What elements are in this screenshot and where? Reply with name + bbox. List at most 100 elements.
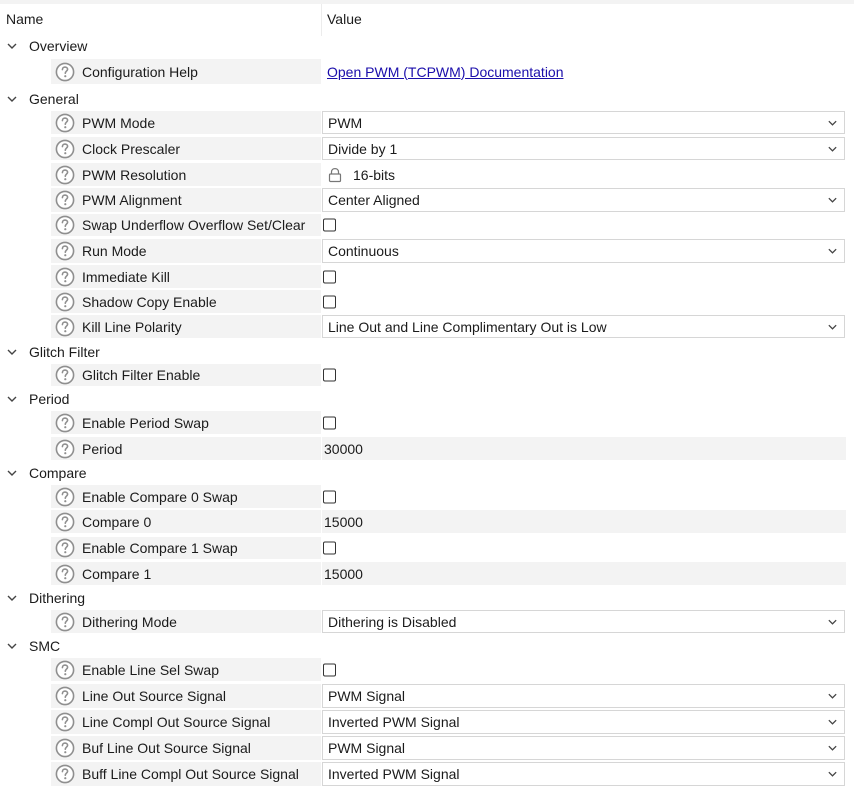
chevron-down-icon[interactable] <box>827 691 838 702</box>
question-circle-icon[interactable] <box>55 190 75 210</box>
value-compare-1[interactable]: 15000 <box>324 566 363 582</box>
name-column-header[interactable]: Name <box>6 11 43 27</box>
question-circle-icon[interactable] <box>55 487 75 507</box>
dropdown-dithering-mode[interactable]: Dithering is Disabled <box>322 610 845 633</box>
chevron-down-icon[interactable] <box>6 93 18 105</box>
checkbox-enable-line-sel-swap[interactable] <box>323 663 336 676</box>
checkbox-enable-period-swap[interactable] <box>323 416 336 429</box>
group-label: General <box>29 90 79 107</box>
chevron-down-icon[interactable] <box>6 467 18 479</box>
chevron-down-icon[interactable] <box>6 40 18 52</box>
question-circle-icon[interactable] <box>55 139 75 159</box>
dropdown-value: Center Aligned <box>328 192 420 208</box>
question-circle-icon[interactable] <box>55 439 75 459</box>
question-circle-icon[interactable] <box>55 712 75 732</box>
dropdown-kill-line-polarity[interactable]: Line Out and Line Complimentary Out is L… <box>322 315 845 338</box>
question-circle-icon[interactable] <box>55 764 75 784</box>
chevron-down-icon[interactable] <box>827 616 838 627</box>
question-circle-icon[interactable] <box>55 686 75 706</box>
property-label: Immediate Kill <box>82 268 170 285</box>
property-row-swap-underflow-overflow-set-clear: Swap Underflow Overflow Set/Clear <box>0 213 854 237</box>
readonly-value: 16-bits <box>353 166 396 183</box>
chevron-down-icon[interactable] <box>827 717 838 728</box>
property-label: Shadow Copy Enable <box>82 293 217 310</box>
chevron-down-icon[interactable] <box>6 346 18 358</box>
question-circle-icon[interactable] <box>55 165 75 185</box>
chevron-down-icon[interactable] <box>827 143 838 154</box>
group-label: Glitch Filter <box>29 343 100 360</box>
dropdown-value: Inverted PWM Signal <box>328 766 460 782</box>
dropdown-pwm-alignment[interactable]: Center Aligned <box>322 188 845 212</box>
question-circle-icon[interactable] <box>55 413 75 433</box>
column-divider[interactable] <box>321 4 322 36</box>
property-label: Enable Compare 1 Swap <box>82 540 238 556</box>
checkbox-enable-compare-0-swap[interactable] <box>323 490 336 503</box>
question-circle-icon[interactable] <box>55 267 75 287</box>
group-row-smc[interactable]: SMC <box>0 634 854 657</box>
dropdown-line-compl-out-source-signal[interactable]: Inverted PWM Signal <box>322 710 845 734</box>
property-row-clock-prescaler: Clock Prescaler Divide by 1 <box>0 136 854 161</box>
question-circle-icon[interactable] <box>55 612 75 632</box>
group-row-general[interactable]: General <box>0 86 854 111</box>
checkbox-enable-compare-1-swap[interactable] <box>323 541 336 555</box>
group-row-compare[interactable]: Compare <box>0 461 854 484</box>
question-circle-icon[interactable] <box>55 512 75 532</box>
chevron-down-icon[interactable] <box>827 246 838 257</box>
group-row-glitch-filter[interactable]: Glitch Filter <box>0 340 854 363</box>
checkbox-glitch-filter-enable[interactable] <box>323 368 336 382</box>
dropdown-buff-line-compl-out-source-signal[interactable]: Inverted PWM Signal <box>322 762 845 786</box>
property-row-glitch-filter-enable: Glitch Filter Enable <box>0 363 854 387</box>
group-row-dithering[interactable]: Dithering <box>0 586 854 609</box>
chevron-down-icon[interactable] <box>827 743 838 754</box>
property-grid: Name Value Overview Configuration Help Ope… <box>0 0 854 792</box>
value-compare-0[interactable]: 15000 <box>324 514 363 530</box>
dropdown-run-mode[interactable]: Continuous <box>322 239 845 263</box>
group-row-overview[interactable]: Overview <box>0 33 854 58</box>
question-circle-icon[interactable] <box>55 365 75 385</box>
chevron-down-icon[interactable] <box>6 592 18 604</box>
question-circle-icon[interactable] <box>55 62 75 82</box>
chevron-down-icon[interactable] <box>6 393 18 405</box>
question-circle-icon[interactable] <box>55 564 75 584</box>
question-circle-icon[interactable] <box>55 241 75 261</box>
dropdown-line-out-source-signal[interactable]: PWM Signal <box>322 684 845 708</box>
value-column-header[interactable]: Value <box>327 11 362 27</box>
property-label: Line Out Source Signal <box>82 688 226 704</box>
chevron-down-icon[interactable] <box>827 769 838 780</box>
chevron-down-icon[interactable] <box>827 117 838 128</box>
question-circle-icon[interactable] <box>55 215 75 235</box>
dropdown-value: Dithering is Disabled <box>328 613 457 630</box>
checkbox-shadow-copy-enable[interactable] <box>323 295 336 308</box>
question-circle-icon[interactable] <box>55 317 75 337</box>
property-row-pwm-mode: PWM Mode PWM <box>0 110 854 135</box>
dropdown-pwm-mode[interactable]: PWM <box>322 111 845 134</box>
checkbox-swap-underflow-overflow-set-clear[interactable] <box>323 218 336 232</box>
question-circle-icon[interactable] <box>55 660 75 680</box>
question-circle-icon[interactable] <box>55 538 75 558</box>
property-label: Configuration Help <box>82 63 198 80</box>
dropdown-value: Divide by 1 <box>328 140 398 157</box>
documentation-link[interactable]: Open PWM (TCPWM) Documentation <box>327 64 564 80</box>
chevron-down-icon[interactable] <box>827 195 838 206</box>
checkbox-immediate-kill[interactable] <box>323 270 336 283</box>
dropdown-buf-line-out-source-signal[interactable]: PWM Signal <box>322 736 845 760</box>
property-row-line-compl-out-source-signal: Line Compl Out Source Signal Inverted PWM… <box>0 709 854 735</box>
property-row-compare-0: Compare 0 15000 <box>0 509 854 534</box>
property-row-buff-line-compl-out-source-signal: Buff Line Compl Out Source Signal Inverte… <box>0 761 854 787</box>
dropdown-value: Line Out and Line Complimentary Out is L… <box>328 318 607 335</box>
property-label: Enable Compare 0 Swap <box>82 488 238 505</box>
question-circle-icon[interactable] <box>55 113 75 133</box>
chevron-down-icon[interactable] <box>827 321 838 332</box>
property-label: Dithering Mode <box>82 613 177 630</box>
group-row-period[interactable]: Period <box>0 387 854 410</box>
property-row-buf-line-out-source-signal: Buf Line Out Source Signal PWM Signal <box>0 735 854 761</box>
property-label: Kill Line Polarity <box>82 318 182 335</box>
chevron-down-icon[interactable] <box>6 640 18 652</box>
value-cell <box>322 510 846 533</box>
dropdown-clock-prescaler[interactable]: Divide by 1 <box>322 137 845 160</box>
question-circle-icon[interactable] <box>55 292 75 312</box>
question-circle-icon[interactable] <box>55 738 75 758</box>
property-row-shadow-copy-enable: Shadow Copy Enable <box>0 289 854 314</box>
value-period[interactable]: 30000 <box>324 441 363 457</box>
property-label: Compare 0 <box>82 513 152 530</box>
